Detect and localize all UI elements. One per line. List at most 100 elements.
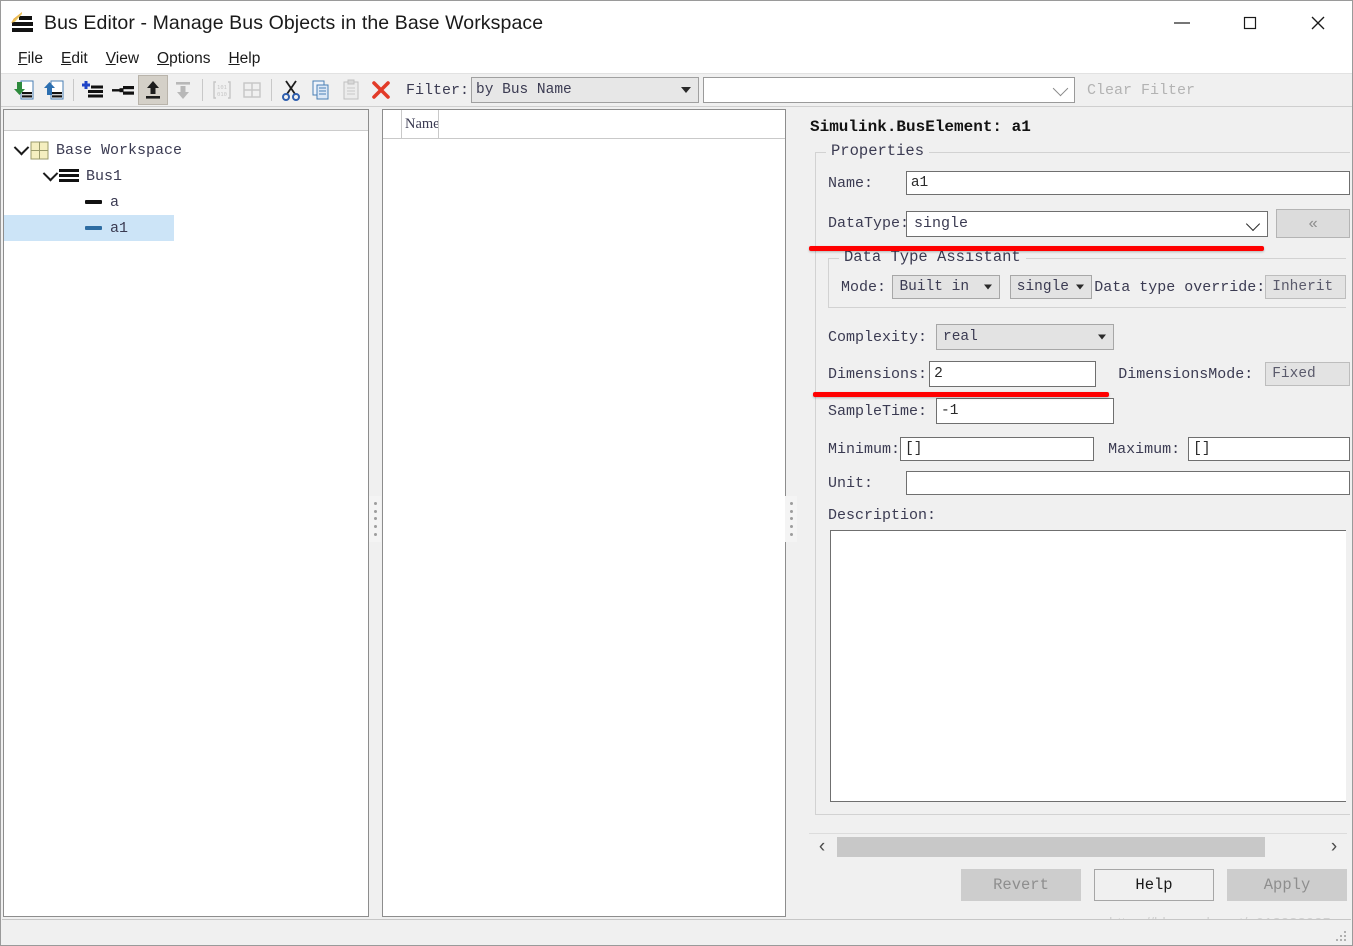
data-type-override-value[interactable]: Inherit <box>1265 275 1346 299</box>
add-bus-icon[interactable] <box>78 75 108 105</box>
tree-node-a[interactable]: a <box>4 189 368 215</box>
element-list-panel: Name <box>382 109 786 917</box>
resize-grip[interactable] <box>1336 931 1348 943</box>
workspace-grid-icon <box>30 141 49 159</box>
menu-edit[interactable]: Edit <box>52 48 97 70</box>
chevron-down-icon <box>1052 80 1069 97</box>
builtin-type-select[interactable]: single <box>1009 275 1093 299</box>
mode-row: Mode: Built in single Data type override… <box>841 275 1346 299</box>
dialog-buttons: Revert Help Apply <box>809 869 1347 901</box>
hscrollbar-thumb[interactable] <box>837 837 1265 857</box>
filter-mode-select[interactable]: by Bus Name <box>471 77 700 103</box>
dimensions-input[interactable]: 2 <box>929 361 1097 387</box>
toolbar: 101 010 Filter: by Bus Name Clear Filter <box>1 73 1352 107</box>
datatype-row: DataType: single « <box>828 209 1350 238</box>
chevron-down-icon <box>681 87 692 93</box>
maximize-button[interactable] <box>1216 1 1284 45</box>
datatype-select[interactable]: single <box>906 210 1269 237</box>
data-type-assistant-group: Data Type Assistant Mode: Built in singl… <box>828 248 1346 308</box>
clear-filter-button[interactable]: Clear Filter <box>1087 82 1195 99</box>
properties-panel: Simulink.BusElement: a1 Properties Name:… <box>801 109 1352 831</box>
export-to-file-icon[interactable] <box>39 75 69 105</box>
sampletime-label: SampleTime: <box>828 402 928 420</box>
properties-title: Simulink.BusElement: a1 <box>810 118 1031 136</box>
tree-body: Base Workspace Bus1 a a1 <box>4 131 368 241</box>
filter-mode-value: by Bus Name <box>476 82 572 98</box>
column-header-name[interactable]: Name <box>401 110 439 138</box>
toolbar-separator <box>73 79 74 101</box>
data-type-override-label: Data type override: <box>1094 278 1266 296</box>
maximum-input[interactable]: [] <box>1188 437 1350 461</box>
title-bar: Bus Editor - Manage Bus Objects in the B… <box>1 1 1352 45</box>
bus-stack-icon <box>59 169 79 183</box>
tree-node-label: a1 <box>110 219 129 237</box>
delete-icon[interactable] <box>366 75 396 105</box>
unit-input[interactable] <box>905 471 1350 495</box>
tree-node-base-workspace[interactable]: Base Workspace <box>4 137 368 163</box>
chevron-left-icon[interactable]: ‹ <box>809 835 835 859</box>
complexity-row: Complexity: real <box>828 324 1350 350</box>
element-list-header: Name <box>383 110 785 139</box>
expander-icon[interactable] <box>12 139 30 156</box>
mode-value: Built in <box>899 279 970 295</box>
apply-button[interactable]: Apply <box>1227 869 1347 901</box>
tree-node-a1[interactable]: a1 <box>4 215 174 241</box>
toolbar-separator <box>271 79 272 101</box>
dimensions-row: Dimensions: 2 DimensionsMode: Fixed <box>828 361 1350 387</box>
sampletime-input[interactable]: -1 <box>936 398 1114 424</box>
chevron-right-icon[interactable]: › <box>1321 835 1347 859</box>
annotation-underline-datatype <box>809 246 1264 251</box>
splitter-right[interactable] <box>785 496 797 542</box>
code-view-icon: 101 010 <box>207 75 237 105</box>
table-view-icon <box>237 75 267 105</box>
revert-button[interactable]: Revert <box>961 869 1081 901</box>
window-title: Bus Editor - Manage Bus Objects in the B… <box>44 11 544 34</box>
unit-row: Unit: <box>828 471 1350 495</box>
annotation-underline-dimensions <box>813 392 1109 397</box>
menu-file-rest: ile <box>27 50 43 67</box>
minimize-button[interactable] <box>1148 1 1216 45</box>
properties-group: Properties Name: a1 DataType: single « D… <box>815 142 1350 815</box>
move-down-icon <box>168 75 198 105</box>
move-up-icon[interactable] <box>138 75 168 105</box>
chevron-down-icon <box>1098 334 1106 340</box>
splitter-left[interactable] <box>369 496 381 542</box>
dimensions-label: Dimensions: <box>828 365 928 383</box>
import-from-file-icon[interactable] <box>9 75 39 105</box>
minimum-input[interactable]: [] <box>900 437 1095 461</box>
bus-editor-icon <box>11 12 35 34</box>
svg-text:101: 101 <box>217 85 227 91</box>
dimensions-mode-value[interactable]: Fixed <box>1265 362 1350 386</box>
menu-view[interactable]: View <box>97 48 148 70</box>
filter-input[interactable] <box>703 77 1076 103</box>
maximum-label: Maximum: <box>1108 440 1181 458</box>
expander-icon[interactable] <box>41 165 59 182</box>
minimum-value: [] <box>905 441 923 457</box>
hscrollbar-track[interactable] <box>835 837 1321 857</box>
description-textarea[interactable] <box>830 530 1346 802</box>
menu-options[interactable]: Options <box>148 48 219 70</box>
menu-file[interactable]: File <box>9 48 52 70</box>
tree-header <box>4 110 368 131</box>
cut-icon[interactable] <box>276 75 306 105</box>
help-button[interactable]: Help <box>1094 869 1214 901</box>
maximum-value: [] <box>1193 441 1211 457</box>
properties-hscrollbar[interactable]: ‹ › <box>809 833 1347 860</box>
name-value: a1 <box>910 175 929 191</box>
add-bus-element-icon[interactable] <box>108 75 138 105</box>
complexity-select[interactable]: real <box>936 324 1114 350</box>
name-input[interactable]: a1 <box>905 171 1350 195</box>
copy-icon[interactable] <box>306 75 336 105</box>
chevron-down-icon <box>1246 216 1261 231</box>
close-button[interactable] <box>1284 1 1352 45</box>
window-controls <box>1148 1 1352 45</box>
tree-node-label: Base Workspace <box>56 141 183 159</box>
menu-options-rest: ptions <box>169 50 211 67</box>
builtin-type-value: single <box>1016 279 1069 295</box>
sampletime-row: SampleTime: -1 <box>828 398 1350 424</box>
bus-editor-window: Bus Editor - Manage Bus Objects in the B… <box>0 0 1353 946</box>
menu-help[interactable]: Help <box>219 48 269 70</box>
tree-node-bus1[interactable]: Bus1 <box>4 163 368 189</box>
collapse-assistant-button[interactable]: « <box>1276 209 1350 238</box>
mode-select[interactable]: Built in <box>892 275 1000 299</box>
